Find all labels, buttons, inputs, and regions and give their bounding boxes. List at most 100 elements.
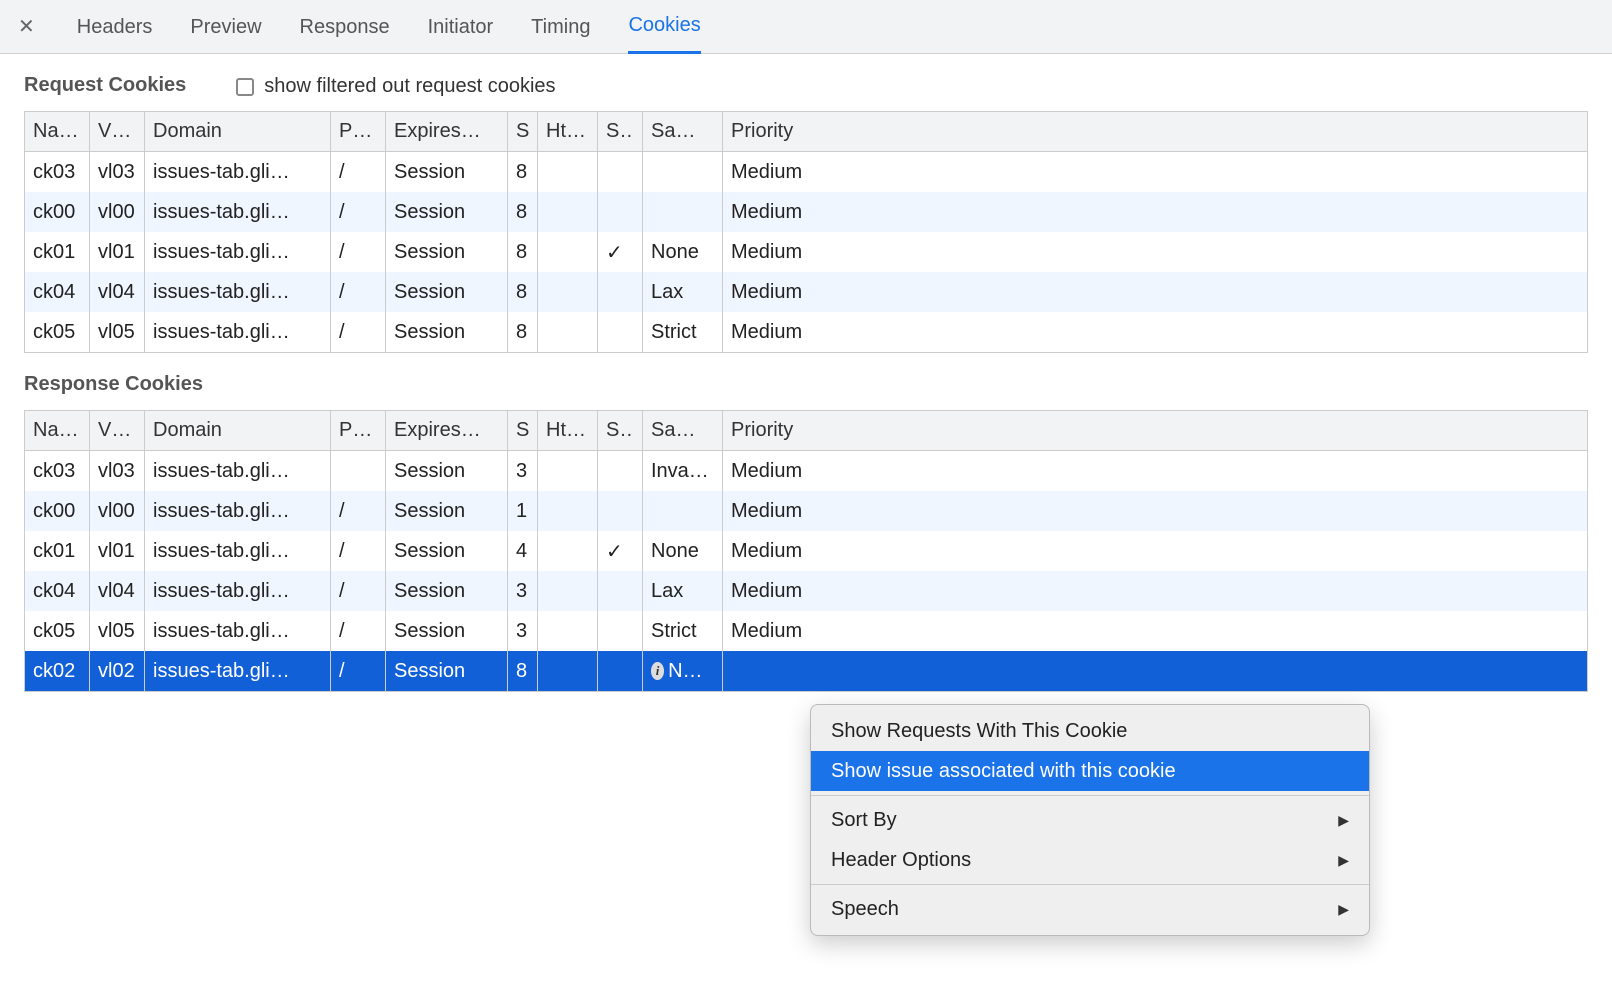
cell-samesite: iN… [643, 651, 723, 691]
cell-name: ck03 [25, 451, 90, 491]
col-header[interactable]: P… [331, 112, 386, 152]
menu-item[interactable]: Header Options▶ [811, 840, 1369, 880]
cell-path: / [331, 312, 386, 352]
cell-path: / [331, 152, 386, 192]
response-cookies-title: Response Cookies [0, 353, 203, 404]
col-header[interactable]: S. [508, 411, 538, 451]
show-filtered-checkbox[interactable] [236, 78, 254, 96]
cell-samesite: Strict [643, 312, 723, 352]
cell-value: vl04 [90, 272, 145, 312]
cell-http [538, 491, 598, 531]
table-row[interactable]: ck04vl04issues-tab.gli…/Session8LaxMediu… [25, 272, 1587, 312]
menu-item[interactable]: Show issue associated with this cookie [811, 751, 1369, 791]
cell-path: / [331, 232, 386, 272]
table-row[interactable]: ck01vl01issues-tab.gli…/Session8✓NoneMed… [25, 232, 1587, 272]
menu-item[interactable]: Show Requests With This Cookie [811, 711, 1369, 751]
cell-priority [723, 651, 1587, 691]
cell-name: ck02 [25, 651, 90, 691]
request-cookies-title: Request Cookies [0, 54, 186, 105]
tab-cookies[interactable]: Cookies [628, 0, 700, 54]
cell-size: 3.. [508, 571, 538, 611]
tab-preview[interactable]: Preview [190, 0, 261, 54]
col-header[interactable]: Expires… [386, 112, 508, 152]
devtools-tabbar: ✕ Headers Preview Response Initiator Timing C… [0, 0, 1612, 54]
cell-path: / [331, 531, 386, 571]
cell-domain: issues-tab.gli… [145, 531, 331, 571]
col-header[interactable]: Na… [25, 112, 90, 152]
cell-secure [598, 611, 643, 651]
tab-initiator[interactable]: Initiator [428, 0, 494, 54]
col-header[interactable]: V… [90, 112, 145, 152]
col-header[interactable]: Na… [25, 411, 90, 451]
cell-samesite: Lax [643, 272, 723, 312]
menu-item-label: Show issue associated with this cookie [831, 760, 1176, 783]
cell-http [538, 651, 598, 691]
table-row[interactable]: ck04vl04issues-tab.gli…/Session3..LaxMed… [25, 571, 1587, 611]
menu-item[interactable]: Sort By ▶ [811, 800, 1369, 840]
cell-expires: Session [386, 651, 508, 691]
table-row[interactable]: ck00vl00issues-tab.gli…/Session1..Medium [25, 491, 1587, 531]
col-header[interactable]: Expires… [386, 411, 508, 451]
cell-value: vl04 [90, 571, 145, 611]
tab-timing[interactable]: Timing [531, 0, 590, 54]
cell-name: ck05 [25, 611, 90, 651]
cell-expires: Session [386, 571, 508, 611]
menu-item[interactable]: Speech▶ [811, 889, 1369, 929]
col-header[interactable]: V… [90, 411, 145, 451]
cell-secure [598, 192, 643, 232]
close-icon[interactable]: ✕ [18, 17, 35, 37]
col-header[interactable]: P… [331, 411, 386, 451]
table-row[interactable]: ck05vl05issues-tab.gli…/Session3..Strict… [25, 611, 1587, 651]
cell-priority: Medium [723, 451, 1587, 491]
cell-domain: issues-tab.gli… [145, 152, 331, 192]
tab-headers[interactable]: Headers [77, 0, 153, 54]
cell-samesite [643, 192, 723, 232]
cell-value: vl01 [90, 232, 145, 272]
cell-domain: issues-tab.gli… [145, 192, 331, 232]
tab-response[interactable]: Response [300, 0, 390, 54]
col-header[interactable]: Ht… [538, 411, 598, 451]
cell-expires: Session [386, 531, 508, 571]
table-row[interactable]: ck03vl03issues-tab.gli…Session3..Inva…Me… [25, 451, 1587, 491]
cell-domain: issues-tab.gli… [145, 451, 331, 491]
cell-http [538, 571, 598, 611]
cell-value: vl05 [90, 312, 145, 352]
menu-item-label: Header Options [831, 849, 971, 872]
table-row[interactable]: ck02vl02issues-tab.gli…/Session8iN… [25, 651, 1587, 691]
table-row[interactable]: ck05vl05issues-tab.gli…/Session8StrictMe… [25, 312, 1587, 352]
col-header[interactable]: S. [508, 112, 538, 152]
table-row[interactable]: ck00vl00issues-tab.gli…/Session8Medium [25, 192, 1587, 232]
menu-item-label: Sort By [831, 809, 897, 832]
col-header[interactable]: S… [598, 411, 643, 451]
col-header[interactable]: Sa… [643, 112, 723, 152]
cell-size: 3.. [508, 611, 538, 651]
context-menu: Show Requests With This Cookie Show issue… [810, 704, 1370, 936]
cell-name: ck05 [25, 312, 90, 352]
col-header[interactable]: Ht… [538, 112, 598, 152]
table-row[interactable]: ck01vl01issues-tab.gli…/Session4..✓NoneM… [25, 531, 1587, 571]
col-header[interactable]: Priority [723, 411, 1587, 451]
cell-value: vl03 [90, 152, 145, 192]
cell-size: 8 [508, 152, 538, 192]
cell-samesite: None [643, 232, 723, 272]
col-header[interactable]: Domain [145, 411, 331, 451]
table-row[interactable]: ck03vl03issues-tab.gli…/Session8Medium [25, 152, 1587, 192]
cell-http [538, 152, 598, 192]
cell-expires: Session [386, 451, 508, 491]
col-header[interactable]: Priority [723, 112, 1587, 152]
col-header[interactable]: S… [598, 112, 643, 152]
request-cookies-table: Na…V…DomainP…Expires…S.Ht…S…Sa…Priority … [24, 111, 1588, 353]
cell-value: vl02 [90, 651, 145, 691]
cell-secure [598, 312, 643, 352]
show-filtered-label: show filtered out request cookies [264, 75, 555, 98]
cell-priority: Medium [723, 571, 1587, 611]
cell-secure [598, 152, 643, 192]
cell-secure [598, 451, 643, 491]
col-header[interactable]: Sa… [643, 411, 723, 451]
cell-priority: Medium [723, 611, 1587, 651]
cell-name: ck00 [25, 192, 90, 232]
cell-priority: Medium [723, 192, 1587, 232]
chevron-right-icon: ▶ [1338, 812, 1349, 829]
cell-expires: Session [386, 272, 508, 312]
col-header[interactable]: Domain [145, 112, 331, 152]
